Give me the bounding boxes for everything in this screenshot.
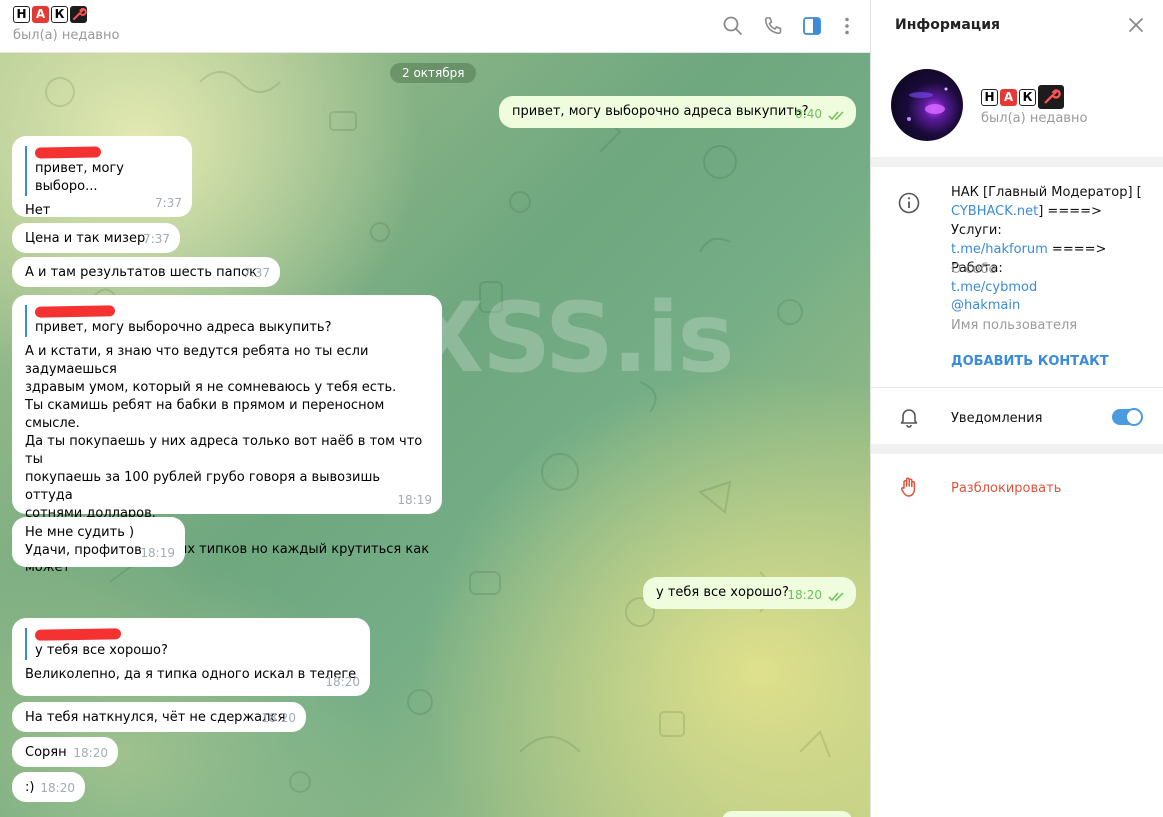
bio-label: О себе [951, 262, 997, 277]
reply-quote[interactable]: привет, могу выборо... [25, 146, 181, 196]
message-incoming[interactable]: Цена и так мизер 7:37 [12, 223, 180, 253]
message-time: 7:37 [243, 266, 270, 280]
message-text: Сорян [25, 745, 67, 760]
message-text: привет, могу выборочно адреса выкупить? [512, 104, 809, 119]
avatar[interactable] [891, 69, 963, 141]
message-incoming[interactable]: На тебя наткнулся, чёт не сдержался 18:2… [12, 702, 306, 732]
row-divider [871, 387, 1163, 388]
message-line: Ты скамишь ребят на бабки в прямом и пер… [25, 398, 385, 431]
bio-text: НАК [Главный Модератор] [ CYBHACK.net] =… [951, 183, 1151, 297]
message-text: у тебя все хорошо? [656, 585, 789, 600]
bio-link-cybhack[interactable]: CYBHACK.net [951, 204, 1038, 219]
info-title: Информация [895, 17, 1000, 33]
username-label: Имя пользователя [951, 318, 1078, 333]
profile-name-logo: Н А К [981, 85, 1064, 109]
message-line: Не мне судить ) [25, 525, 135, 540]
bio-link-cybmod[interactable]: t.me/cybmod [951, 280, 1037, 295]
phone-icon[interactable] [762, 15, 784, 37]
notifications-label: Уведомления [951, 411, 1043, 426]
message-line: Да ты покупаешь у них адреса только вот … [25, 434, 423, 467]
message-line: здравым умом, который я не сомневаюсь у … [25, 380, 397, 395]
message-time: 0:40 [795, 107, 822, 121]
close-icon[interactable] [1127, 16, 1145, 34]
avatar-art [907, 87, 948, 121]
wrench-icon [70, 6, 87, 23]
message-incoming[interactable]: Сорян 18:20 [12, 737, 118, 767]
message-incoming[interactable]: А и там результатов шесть папок 7:37 [12, 257, 280, 287]
notifications-toggle[interactable] [1112, 408, 1143, 426]
message-text: Нет [25, 203, 51, 218]
reply-text: привет, могу выборо... [35, 161, 124, 194]
message-line: покупаешь за 100 рублей грубо говоря а в… [25, 470, 380, 503]
section-divider [871, 444, 1163, 454]
message-text: Цена и так мизер [25, 231, 146, 246]
reply-text: у тебя все хорошо? [35, 643, 168, 658]
watermark-text: XSS.is [410, 282, 734, 394]
bio-link-hakforum[interactable]: t.me/hakforum [951, 242, 1048, 257]
message-time: 18:20 [325, 675, 360, 689]
wrench-icon [1038, 85, 1064, 109]
message-line: А и кстати, я знаю что ведутся ребята но… [25, 344, 369, 377]
message-time: 18:20 [261, 711, 296, 725]
message-incoming[interactable]: привет, могу выборочно адреса выкупить? … [12, 295, 442, 575]
section-divider [871, 157, 1163, 167]
reply-author-redacted [34, 146, 181, 160]
search-icon[interactable] [722, 15, 744, 37]
message-text: Великолепно, да я типка одного искал в т… [25, 667, 357, 682]
add-contact-button[interactable]: ДОБАВИТЬ КОНТАКТ [951, 354, 1109, 369]
message-time: 18:19 [397, 493, 432, 507]
message-outgoing[interactable]: у тебя все хорошо? 18:20 [643, 577, 856, 609]
message-incoming[interactable]: Не мне судить ) Удачи, профитов 18:19 [12, 517, 185, 567]
toggle-knob [1125, 408, 1143, 426]
reply-author-redacted [34, 628, 359, 642]
chat-area: Н А К был(а) недавно XSS.is 2 октября пр… [0, 0, 870, 817]
bio-text-part: НАК [Главный Модератор] [ [951, 185, 1142, 200]
message-time: 18:20 [787, 588, 822, 602]
logo-letter-n: Н [13, 6, 30, 23]
date-divider: 2 октября [390, 63, 477, 83]
message-time: 7:37 [155, 196, 182, 210]
message-text: :) [25, 780, 35, 795]
logo-letter-a: А [32, 6, 49, 23]
chat-title-logo[interactable]: Н А К [13, 6, 87, 23]
username-link[interactable]: @hakmain [951, 296, 1020, 315]
message-text: А и там результатов шесть папок [25, 265, 257, 280]
message-text: На тебя наткнулся, чёт не сдержался [25, 710, 286, 725]
logo-letter-k: К [51, 6, 68, 23]
message-time: 18:20 [73, 746, 108, 760]
message-incoming[interactable]: у тебя все хорошо? Великолепно, да я тип… [12, 618, 370, 696]
reply-quote[interactable]: привет, могу выборочно адреса выкупить? [25, 305, 431, 337]
bell-icon [900, 409, 918, 428]
message-time: 18:20 [40, 781, 75, 795]
sidebar-toggle-icon[interactable] [801, 15, 823, 37]
unblock-button[interactable]: Разблокировать [951, 479, 1061, 498]
double-check-icon [828, 592, 844, 602]
double-check-icon [828, 111, 844, 121]
message-incoming[interactable]: привет, могу выборо... Нет 7:37 [12, 136, 192, 218]
info-panel: Информация Н А К был(а) недавно НАК [Гла… [870, 0, 1163, 817]
profile-status: был(а) недавно [981, 111, 1088, 126]
message-time: 18:19 [140, 546, 175, 560]
logo-letter-a: А [1000, 88, 1017, 106]
message-outgoing[interactable]: привет, могу выборочно адреса выкупить? … [499, 96, 856, 128]
reply-author-redacted [34, 305, 431, 319]
reply-text: привет, могу выборочно адреса выкупить? [35, 320, 332, 335]
logo-letter-n: Н [981, 88, 998, 106]
reply-quote[interactable]: у тебя все хорошо? [25, 628, 359, 660]
info-icon [898, 192, 920, 214]
more-icon[interactable] [836, 15, 858, 37]
message-outgoing-partial[interactable] [722, 811, 852, 817]
chat-header[interactable]: Н А К был(а) недавно [0, 0, 870, 53]
stop-hand-icon [900, 477, 916, 497]
logo-letter-k: К [1019, 88, 1036, 106]
message-incoming[interactable]: :) 18:20 [12, 772, 85, 802]
message-time: 7:37 [143, 232, 170, 246]
last-seen-status: был(а) недавно [13, 28, 120, 43]
